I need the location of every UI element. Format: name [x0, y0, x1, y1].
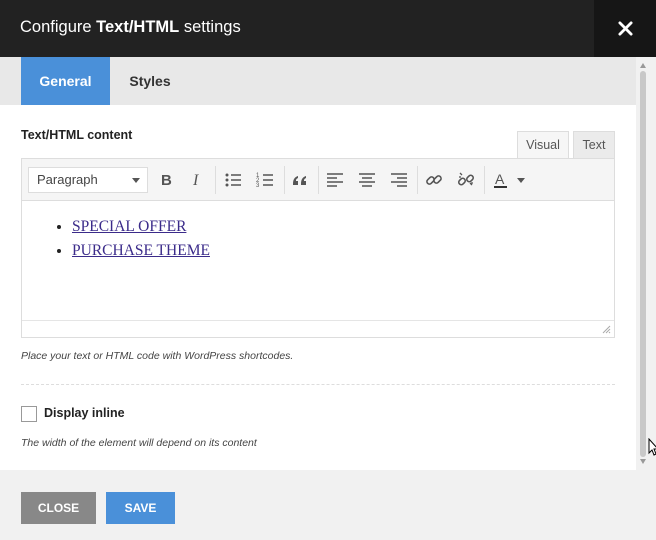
blockquote-icon	[293, 176, 306, 185]
unlink-icon	[457, 172, 475, 186]
special-offer-link[interactable]: SPECIAL OFFER	[72, 218, 186, 235]
format-select[interactable]: Paragraph	[28, 167, 148, 193]
text-color-icon: A	[494, 171, 507, 188]
bold-icon: B	[161, 172, 172, 189]
svg-text:B: B	[161, 172, 172, 189]
svg-text:I: I	[192, 172, 199, 189]
scroll-thumb[interactable]	[640, 71, 646, 457]
purchase-theme-link[interactable]: PURCHASE THEME	[72, 242, 210, 259]
align-center-button[interactable]	[357, 170, 377, 190]
tab-styles[interactable]: Styles	[110, 57, 190, 105]
italic-icon: I	[192, 172, 199, 189]
tab-bar: General Styles	[0, 57, 636, 105]
modal-body: General Styles Text/HTML content Visual …	[0, 57, 636, 470]
caret-down-icon	[517, 177, 525, 183]
chevron-down-icon	[132, 178, 140, 183]
align-center-icon	[359, 173, 375, 187]
display-inline-label[interactable]: Display inline	[44, 406, 125, 420]
close-button[interactable]: CLOSE	[21, 492, 96, 524]
align-left-icon	[327, 173, 343, 187]
toolbar-divider	[318, 166, 319, 194]
italic-button[interactable]: I	[187, 170, 207, 190]
text-color-dropdown[interactable]	[515, 170, 527, 190]
text-html-content-label: Text/HTML content	[21, 128, 133, 142]
toolbar-divider	[284, 166, 285, 194]
insert-link-button[interactable]	[424, 170, 444, 190]
align-left-button[interactable]	[325, 170, 345, 190]
content-list: SPECIAL OFFER PURCHASE THEME	[72, 218, 210, 266]
toolbar-divider	[417, 166, 418, 194]
remove-link-button[interactable]	[456, 170, 476, 190]
list-item: PURCHASE THEME	[72, 242, 210, 260]
svg-text:A: A	[495, 171, 505, 187]
modal-header: Configure Text/HTML settings	[0, 0, 656, 57]
display-inline-checkbox[interactable]	[21, 406, 37, 422]
scroll-up-arrow-icon[interactable]	[640, 63, 646, 68]
display-inline-hint: The width of the element will depend on …	[21, 437, 257, 449]
modal-footer: CLOSE SAVE	[0, 470, 656, 540]
save-button[interactable]: SAVE	[106, 492, 175, 524]
toolbar-divider	[215, 166, 216, 194]
tab-general[interactable]: General	[21, 57, 110, 105]
text-color-button[interactable]: A	[491, 170, 511, 190]
align-right-icon	[391, 173, 407, 187]
bold-button[interactable]: B	[156, 170, 176, 190]
link-icon	[426, 175, 442, 185]
body-scrollbar[interactable]	[636, 57, 656, 470]
mouse-cursor-icon	[648, 438, 656, 456]
content-hint: Place your text or HTML code with WordPr…	[21, 350, 294, 362]
numbered-list-icon: 123	[256, 173, 273, 189]
settings-modal: Configure Text/HTML settings General Sty…	[0, 0, 656, 540]
modal-title: Configure Text/HTML settings	[20, 18, 241, 36]
bullet-list-icon	[225, 173, 241, 187]
align-right-button[interactable]	[389, 170, 409, 190]
bullet-list-button[interactable]	[223, 170, 243, 190]
svg-text:3: 3	[256, 183, 260, 189]
numbered-list-button[interactable]: 123	[255, 170, 275, 190]
list-item: SPECIAL OFFER	[72, 218, 210, 236]
close-modal-button[interactable]	[594, 0, 656, 57]
toolbar-divider	[484, 166, 485, 194]
resize-grip-icon[interactable]	[602, 325, 611, 334]
close-icon	[617, 21, 633, 36]
section-divider	[21, 384, 615, 385]
rich-text-editor: Paragraph B I 123 A • SPECIAL OFFER • PU…	[21, 158, 615, 338]
editor-toolbar: Paragraph B I 123 A	[22, 159, 614, 201]
scroll-down-arrow-icon[interactable]	[640, 459, 646, 464]
editor-statusbar	[22, 320, 614, 337]
visual-mode-tab[interactable]: Visual	[517, 131, 569, 158]
blockquote-button[interactable]	[290, 170, 310, 190]
editor-content[interactable]: SPECIAL OFFER PURCHASE THEME	[22, 202, 614, 320]
text-mode-tab[interactable]: Text	[573, 131, 615, 158]
